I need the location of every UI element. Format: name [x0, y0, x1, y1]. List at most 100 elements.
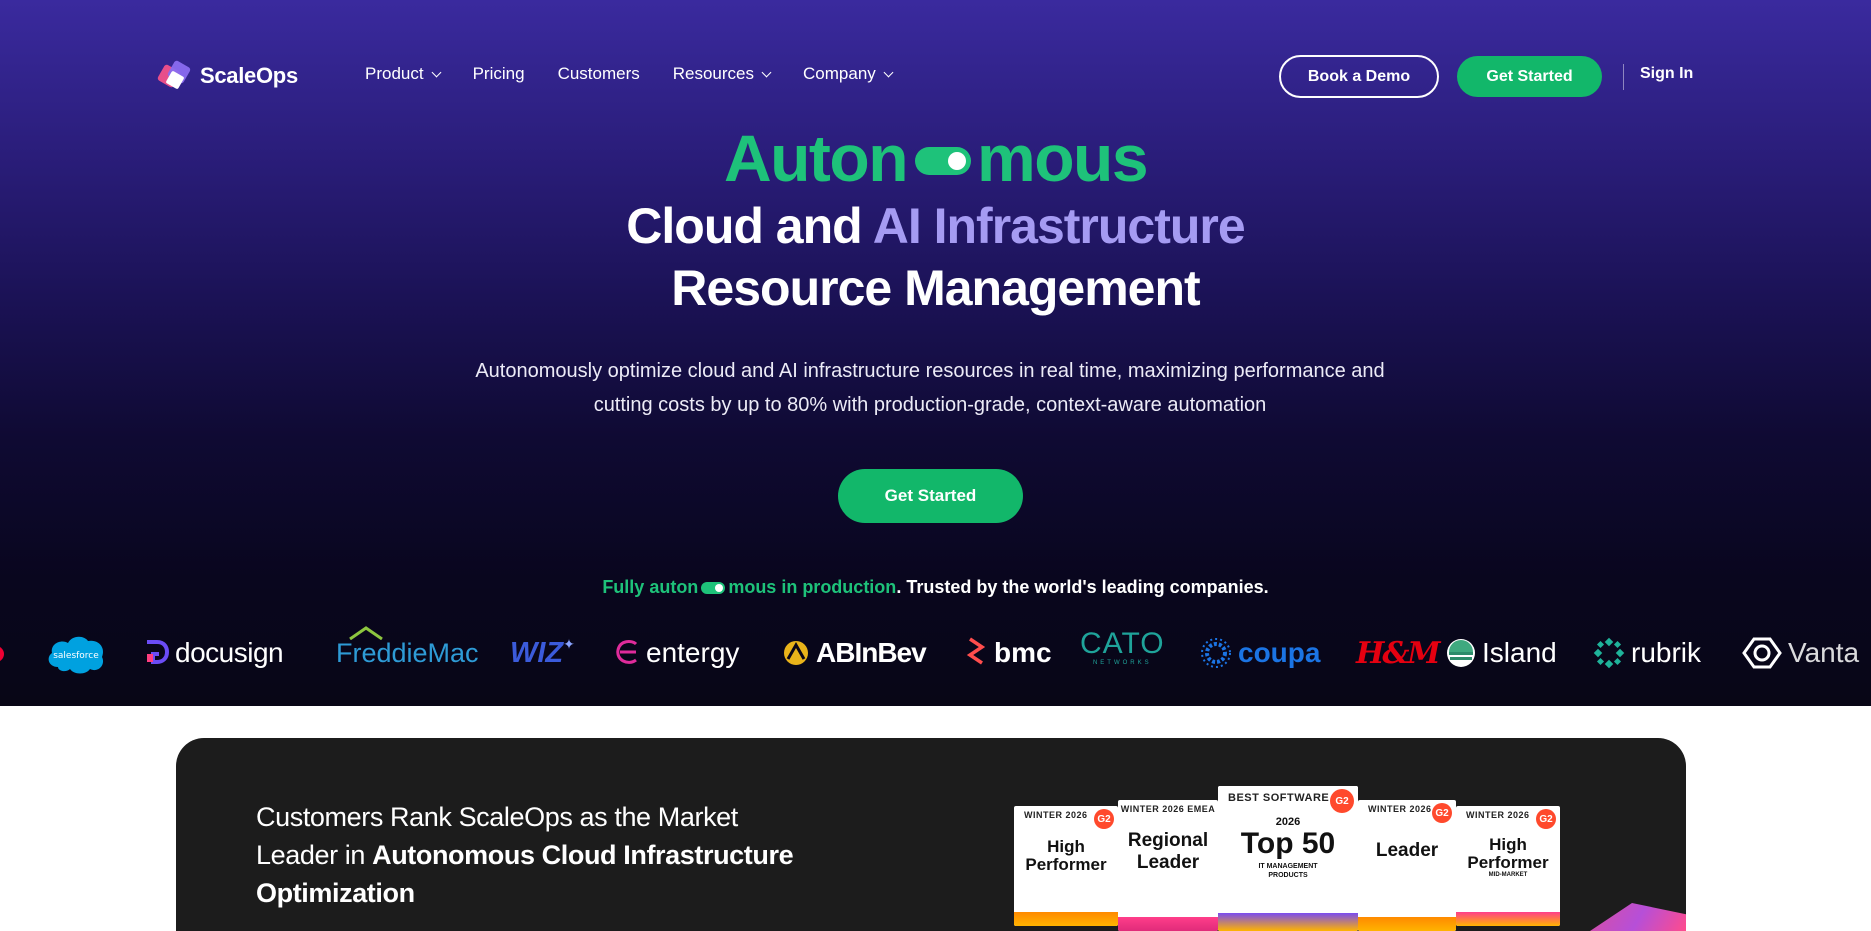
headline-text: Cloud and — [626, 198, 873, 254]
docusign-mark-icon — [147, 640, 169, 664]
subtitle-line: cutting costs by up to 80% with producti… — [593, 394, 1267, 416]
logo-bmc: bmc — [966, 628, 1052, 678]
nav-item-label: Product — [365, 64, 424, 83]
logo-entergy: entergy — [614, 628, 739, 678]
nav-item-pricing[interactable]: Pricing — [473, 64, 525, 84]
logo-freddie-mac: FreddieMac — [330, 625, 479, 678]
badge-subtitle: MID-MARKET — [1488, 872, 1528, 878]
hero-section: ScaleOps Product Pricing Customers Resou… — [0, 0, 1871, 706]
brand-logo[interactable]: ScaleOps — [156, 59, 298, 91]
g2-badge-leader: WINTER 2026 G2 Leader — [1358, 800, 1456, 931]
card-text-part: Leader in — [256, 840, 373, 870]
chevron-down-icon — [761, 67, 772, 77]
hero-subtitle: Autonomously optimize cloud and AI infra… — [440, 354, 1420, 422]
logo-label: WIZ — [510, 636, 564, 669]
logo-coupa: coupa — [1200, 628, 1320, 678]
vanta-ring-icon — [1742, 637, 1782, 669]
trust-text: . Trusted by the world's leading compani… — [896, 577, 1269, 597]
get-started-nav-button[interactable]: Get Started — [1457, 56, 1602, 97]
chevron-down-icon — [883, 67, 894, 77]
chevron-down-icon — [431, 67, 442, 77]
market-leader-card: Customers Rank ScaleOps as the Market Le… — [176, 738, 1686, 931]
card-text-bold: Optimization — [256, 878, 415, 908]
trust-highlight: Fully auton — [602, 577, 699, 597]
bmc-chevron-icon — [966, 637, 986, 665]
headline-part: mous — [977, 121, 1149, 195]
abinbev-sun-icon — [784, 641, 808, 665]
logo-salesforce: salesforce — [44, 628, 108, 678]
nav-divider — [1623, 64, 1624, 90]
g2-badge-high-performer-mid-market: WINTER 2026 G2 High Performer MID-MARKET — [1456, 806, 1560, 926]
headline-autonomous: Auton mous — [0, 120, 1871, 196]
badge-title: High Performer — [1467, 835, 1549, 872]
nav-item-product[interactable]: Product — [365, 64, 442, 84]
logo-vanta: Vanta — [1742, 628, 1859, 678]
customer-logo-strip: salesforce docusign FreddieMac WIZ ✦ ent… — [0, 625, 1871, 678]
logo-hm: H&M — [1356, 628, 1441, 678]
logo-label: coupa — [1238, 637, 1321, 668]
headline-line-2: Cloud and AI Infrastructure — [0, 195, 1871, 257]
logo-docusign: docusign — [145, 628, 284, 678]
sign-in-link[interactable]: Sign In — [1640, 65, 1693, 83]
trust-line: Fully auton mous in production. Trusted b… — [0, 577, 1871, 598]
logo-label: docusign — [175, 637, 284, 668]
roof-icon — [349, 625, 383, 640]
card-text-line: Customers Rank ScaleOps as the Market — [256, 802, 738, 832]
trust-highlight: mous in production — [728, 577, 897, 597]
salesforce-cloud-icon: salesforce — [48, 636, 104, 674]
badge-subtitle: IT MANAGEMENT PRODUCTS — [1258, 863, 1318, 879]
g2-icon: G2 — [1330, 789, 1354, 813]
logo-sublabel: NETWORKS — [1092, 660, 1152, 666]
nav-item-company[interactable]: Company — [803, 64, 894, 84]
logo-abinbev: ABInBev — [782, 628, 927, 678]
headline-highlight: AI Infrastructure — [872, 198, 1246, 254]
island-circle-icon — [1447, 639, 1475, 667]
get-started-hero-button[interactable]: Get Started — [838, 469, 1023, 523]
subtitle-line: Autonomously optimize cloud and AI infra… — [475, 360, 1385, 382]
badge-title: Top 50 — [1240, 827, 1336, 860]
brand-name: ScaleOps — [200, 63, 298, 88]
g2-badge-regional-leader: WINTER 2026 EMEA Regional Leader — [1118, 800, 1218, 931]
logo-label: H&M — [1356, 635, 1441, 671]
entergy-e-icon — [616, 640, 638, 664]
svg-text:salesforce: salesforce — [53, 651, 99, 661]
coupa-burst-icon — [1201, 638, 1231, 668]
g2-badge-high-performer: WINTER 2026 G2 High Performer — [1014, 806, 1118, 926]
partial-logo-icon — [0, 646, 4, 662]
logo-label: CATO — [1080, 627, 1165, 660]
logo-label: Vanta — [1788, 637, 1860, 668]
logo-label: Island — [1482, 637, 1557, 668]
headline-line-3: Resource Management — [671, 260, 1200, 316]
toggle-o-icon — [701, 582, 726, 595]
logo-rubrik: rubrik — [1593, 628, 1701, 678]
headline-part: Auton — [723, 121, 909, 195]
logo-label: FreddieMac — [336, 637, 479, 668]
logo-label: rubrik — [1631, 637, 1702, 668]
badge-title: Leader — [1375, 840, 1439, 861]
nav-item-resources[interactable]: Resources — [672, 64, 772, 84]
nav-item-label: Resources — [672, 64, 755, 83]
decorative-shape — [1590, 903, 1686, 931]
market-leader-text: Customers Rank ScaleOps as the Market Le… — [256, 798, 856, 912]
g2-icon: G2 — [1536, 809, 1556, 829]
badge-title: Regional Leader — [1127, 830, 1209, 873]
main-menu: Product Pricing Customers Resources Comp… — [365, 64, 925, 84]
logo-cato: CATO NETWORKS — [1080, 628, 1165, 678]
nav-item-customers[interactable]: Customers — [558, 64, 640, 84]
logo-label: ABInBev — [816, 637, 927, 668]
card-text-bold: Autonomous Cloud Infrastructure — [372, 840, 794, 870]
logo-label: bmc — [994, 637, 1052, 668]
sparkle-icon: ✦ — [563, 635, 575, 652]
badge-title: High Performer — [1025, 837, 1107, 874]
scaleops-logo-icon — [156, 59, 192, 91]
nav-item-label: Pricing — [472, 64, 525, 83]
logo-label: entergy — [646, 637, 740, 668]
logo-wiz: WIZ ✦ — [510, 628, 575, 678]
badge-season: WINTER 2026 EMEA — [1120, 804, 1216, 814]
book-demo-button[interactable]: Book a Demo — [1279, 55, 1439, 98]
nav-item-label: Customers — [557, 64, 640, 83]
g2-icon: G2 — [1094, 809, 1114, 829]
g2-icon: G2 — [1432, 803, 1452, 823]
toggle-o-icon — [915, 147, 972, 175]
rubrik-mark-icon — [1593, 637, 1625, 669]
